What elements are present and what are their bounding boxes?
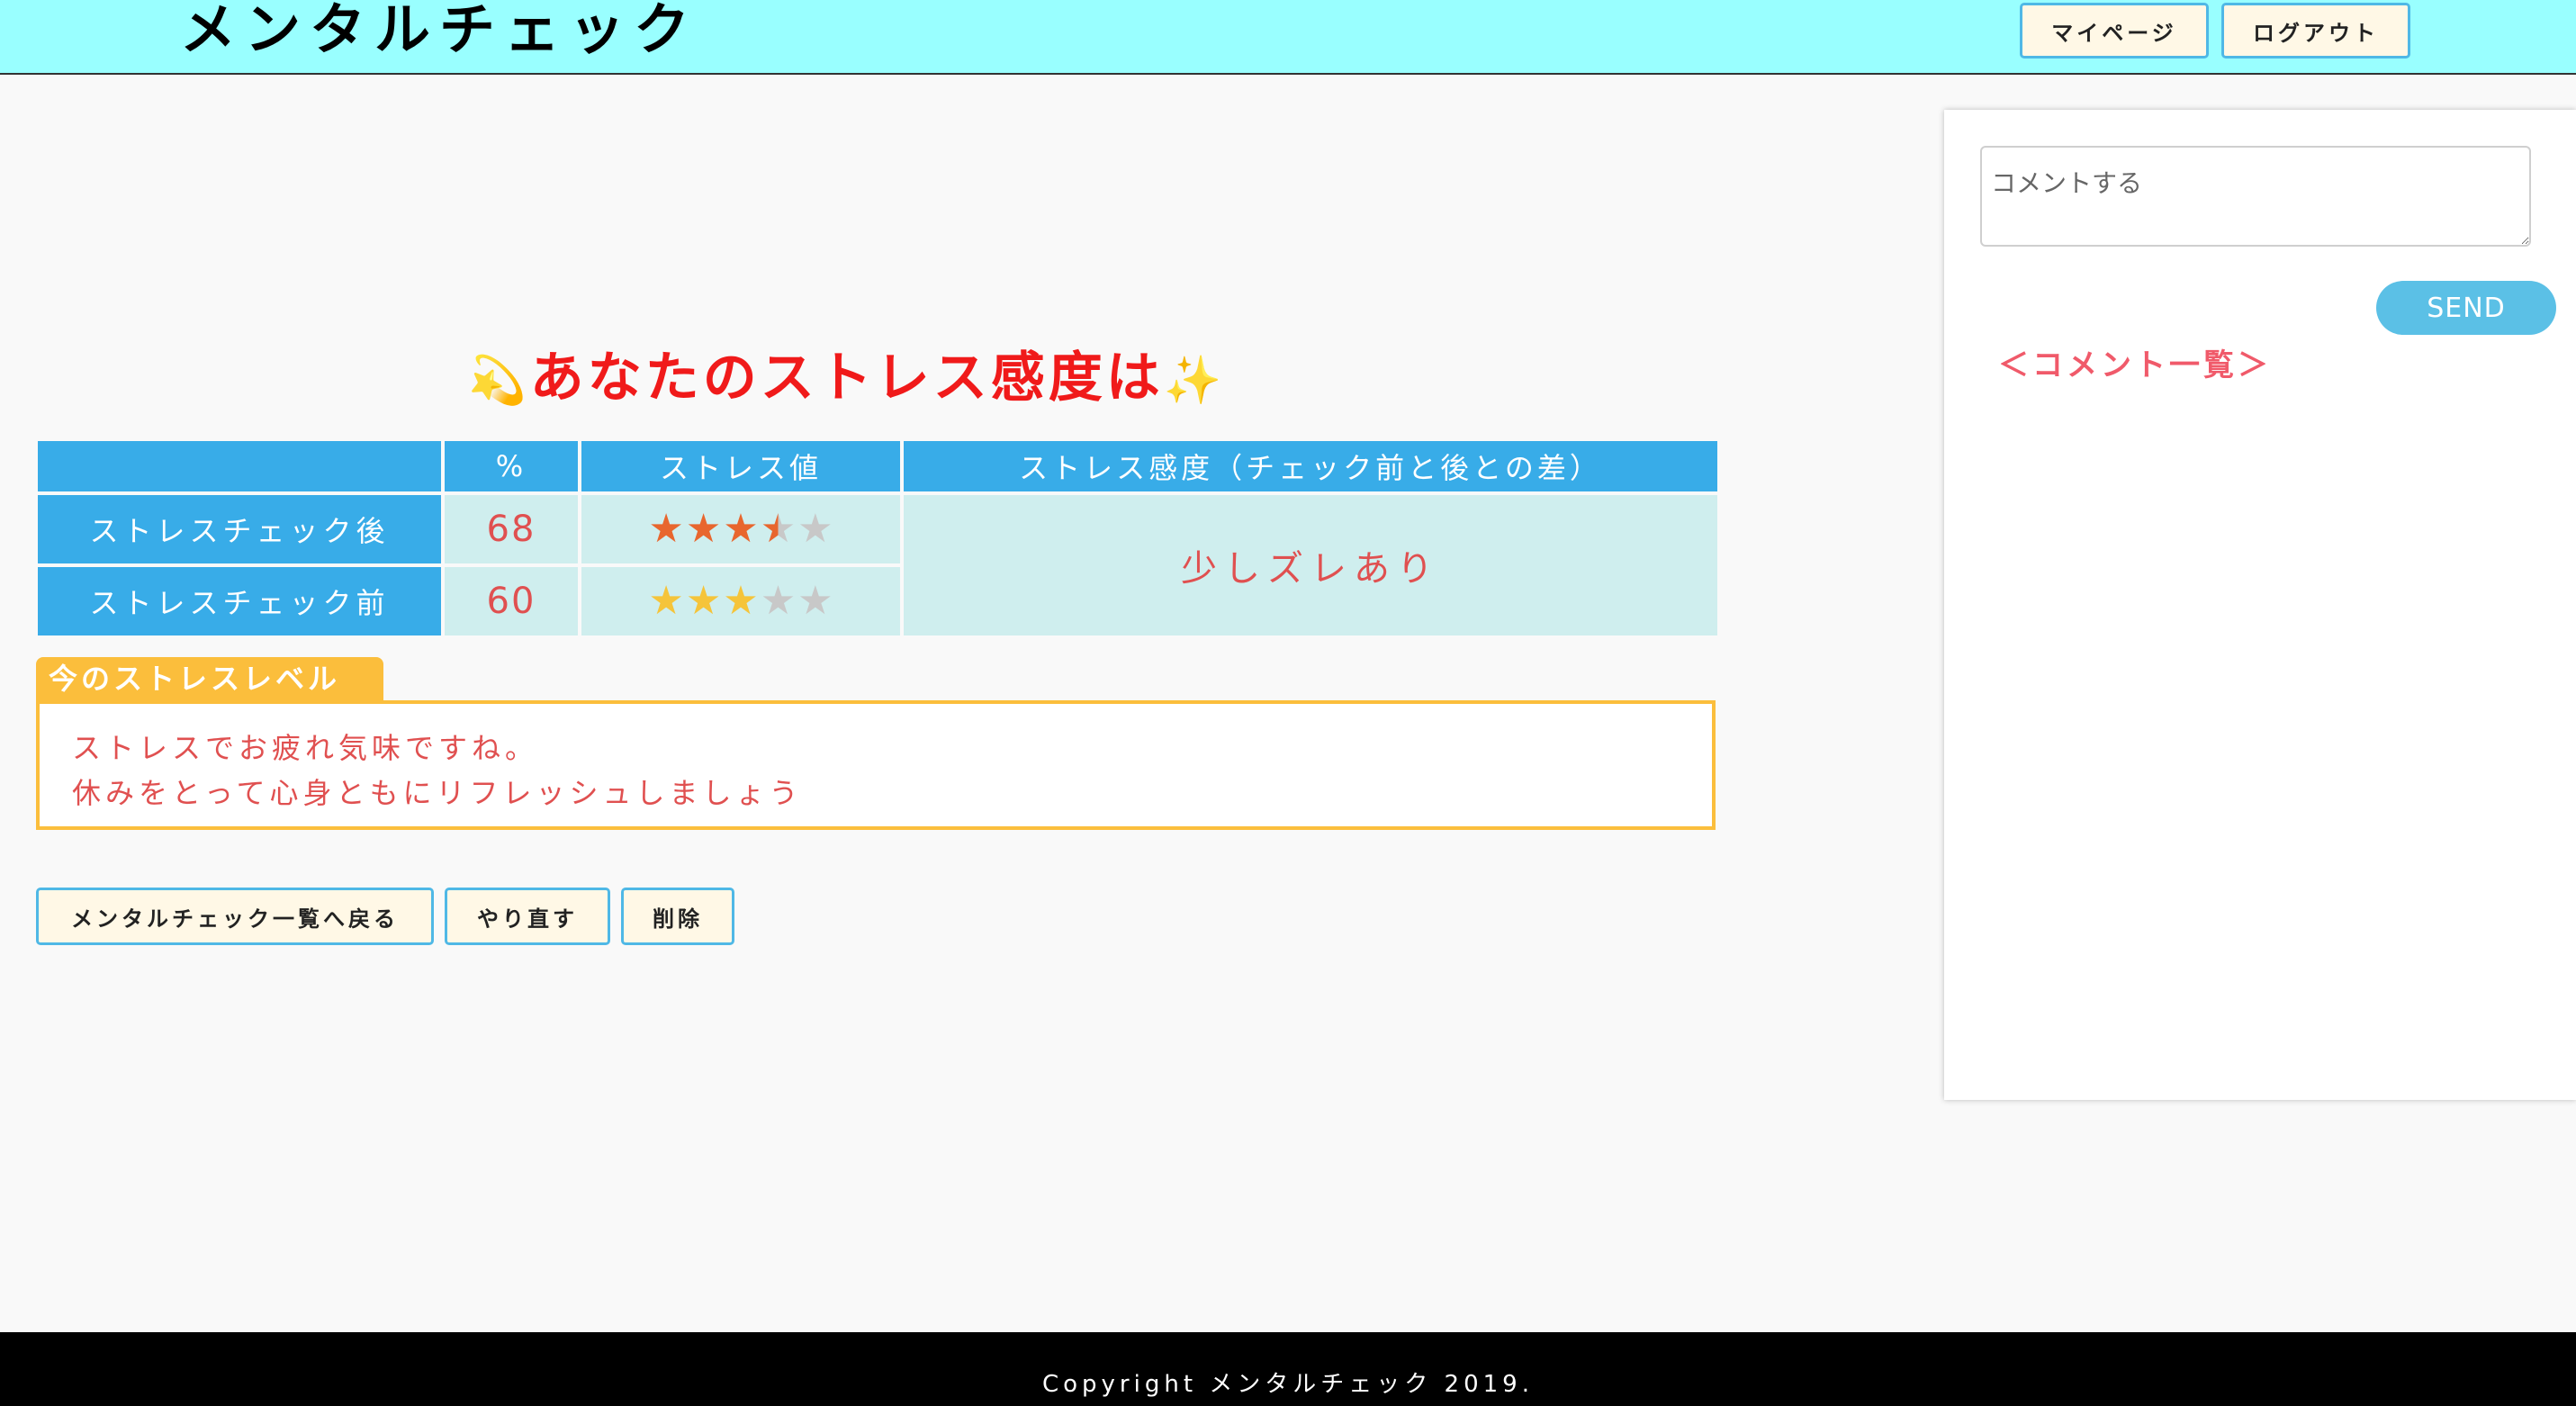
table-header-sensitivity: ストレス感度（チェック前と後との差） bbox=[904, 441, 1717, 491]
percent-before: 60 bbox=[445, 567, 578, 635]
table-header-stress-value: ストレス値 bbox=[581, 441, 900, 491]
back-to-list-button[interactable]: メンタルチェック一覧へ戻る bbox=[36, 888, 434, 945]
send-button[interactable]: SEND bbox=[2376, 281, 2556, 335]
logout-button[interactable]: ログアウト bbox=[2221, 3, 2410, 59]
dizzy-star-icon: 💫 bbox=[468, 354, 530, 408]
sparkles-icon: ✨ bbox=[1163, 354, 1226, 408]
table-header-percent: % bbox=[445, 441, 578, 491]
site-logo[interactable]: メンタルチェック bbox=[180, 0, 698, 59]
stress-level-box: ストレスでお疲れ気味ですね。 休みをとって心身ともにリフレッシュしましょう bbox=[36, 700, 1716, 830]
star-icon: ★ bbox=[685, 578, 722, 624]
sensitivity-difference: 少しズレあり bbox=[904, 495, 1717, 635]
copyright-text: Copyright メンタルチェック 2019. bbox=[1041, 1371, 1534, 1398]
star-icon: ★ bbox=[648, 506, 684, 552]
star-icon: ★ bbox=[797, 506, 833, 552]
star-icon: ★ bbox=[797, 578, 833, 624]
star-icon: ★ bbox=[685, 506, 722, 552]
result-title-text: あなたのストレス感度は bbox=[529, 347, 1164, 410]
stress-level-message-2: 休みをとって心身ともにリフレッシュしましょう bbox=[72, 776, 803, 810]
table-row-after: ストレスチェック後 68 ★ ★ ★ ★ ★ 少しズレあり bbox=[38, 495, 1717, 635]
stars-after: ★ ★ ★ ★ ★ bbox=[581, 495, 900, 563]
star-icon: ★ bbox=[648, 578, 684, 624]
star-icon: ★ bbox=[760, 506, 797, 552]
site-footer: Copyright メンタルチェック 2019. bbox=[0, 1332, 2576, 1406]
result-title: 💫あなたのストレス感度は✨ bbox=[468, 342, 1226, 414]
star-icon: ★ bbox=[723, 506, 759, 552]
table-header-row: % ストレス値 ストレス感度（チェック前と後との差） bbox=[38, 441, 1717, 491]
comment-input[interactable] bbox=[1980, 146, 2531, 247]
site-header: メンタルチェック マイページ ログアウト bbox=[0, 0, 2576, 75]
star-rating: ★ ★ ★ ★ ★ bbox=[648, 581, 833, 621]
stars-before: ★ ★ ★ ★ ★ bbox=[581, 567, 900, 635]
star-rating: ★ ★ ★ ★ ★ bbox=[648, 509, 833, 549]
row-label-before: ストレスチェック前 bbox=[38, 567, 441, 635]
redo-button[interactable]: やり直す bbox=[445, 888, 610, 945]
percent-after: 68 bbox=[445, 495, 578, 563]
stress-result-table: % ストレス値 ストレス感度（チェック前と後との差） ストレスチェック後 68 … bbox=[34, 437, 1721, 639]
stress-level-tab: 今のストレスレベル bbox=[36, 657, 383, 700]
stress-level-message-1: ストレスでお疲れ気味ですね。 bbox=[72, 731, 539, 765]
mypage-button[interactable]: マイページ bbox=[2020, 3, 2209, 59]
star-icon: ★ bbox=[760, 578, 797, 624]
comment-panel: SEND ＜コメント一覧＞ bbox=[1944, 110, 2576, 1100]
table-header-empty bbox=[38, 441, 441, 491]
comment-list-title: ＜コメント一覧＞ bbox=[1998, 347, 2272, 383]
row-label-after: ストレスチェック後 bbox=[38, 495, 441, 563]
star-icon: ★ bbox=[723, 578, 759, 624]
delete-button[interactable]: 削除 bbox=[621, 888, 734, 945]
